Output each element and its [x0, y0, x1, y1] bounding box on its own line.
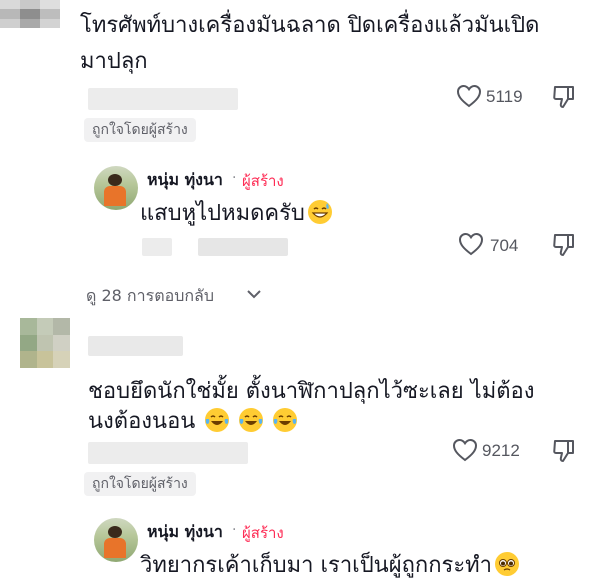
comment-text: โทรศัพท์บางเครื่องมันฉลาด ปิดเครื่องแล้ว… — [80, 13, 540, 38]
creator-tag: ผู้สร้าง — [242, 172, 284, 190]
view-replies-link[interactable]: ดู 28 การตอบกลับ — [86, 284, 276, 308]
reply-meta-blurred — [198, 238, 288, 256]
tears-of-joy-emoji — [273, 408, 298, 432]
thumbs-down-icon[interactable] — [552, 84, 576, 110]
commenter-avatar[interactable] — [0, 0, 60, 28]
grinning-sweat-emoji — [307, 200, 332, 224]
like-count: 5119 — [486, 87, 523, 106]
commenter-name-blurred — [88, 336, 183, 356]
view-replies-label: ดู 28 การตอบกลับ — [86, 286, 214, 305]
commenter-avatar[interactable] — [20, 318, 70, 368]
liked-by-creator-badge: ถูกใจโดยผู้สร้าง — [84, 118, 196, 142]
separator-dot: · — [232, 170, 237, 186]
like-count: 704 — [490, 236, 519, 255]
thumbs-down-icon[interactable] — [552, 438, 576, 464]
tears-of-joy-emoji — [205, 408, 230, 432]
reply-author-name[interactable]: หนุ่ม ทุ่งนา — [147, 520, 223, 545]
heart-outline-icon[interactable] — [452, 438, 478, 462]
comment-text: มาปลุก — [80, 49, 148, 74]
pleading-face-emoji — [495, 552, 520, 576]
creator-tag: ผู้สร้าง — [242, 524, 284, 542]
creator-avatar[interactable] — [94, 518, 138, 562]
heart-outline-icon[interactable] — [458, 232, 484, 256]
chevron-down-icon — [247, 290, 261, 299]
reply-text: แสบหูไปหมดครับ — [140, 196, 332, 232]
reply-author-name[interactable]: หนุ่ม ทุ่งนา — [147, 168, 223, 193]
tears-of-joy-emoji — [239, 408, 264, 432]
creator-avatar[interactable] — [94, 166, 138, 210]
like-count: 9212 — [482, 441, 520, 460]
heart-outline-icon[interactable] — [456, 84, 482, 108]
reply-meta-blurred — [142, 238, 172, 256]
comment-meta-blurred — [88, 442, 248, 464]
comment-text: นงต้องนอน — [88, 404, 298, 440]
thumbs-down-icon[interactable] — [552, 232, 576, 258]
comment-meta-blurred — [88, 88, 238, 110]
reply-text: วิทยากรเค้าเก็บมา เราเป็นผู้ถูกกระทำ — [140, 548, 520, 584]
liked-by-creator-badge: ถูกใจโดยผู้สร้าง — [84, 472, 196, 496]
separator-dot: · — [232, 522, 237, 538]
